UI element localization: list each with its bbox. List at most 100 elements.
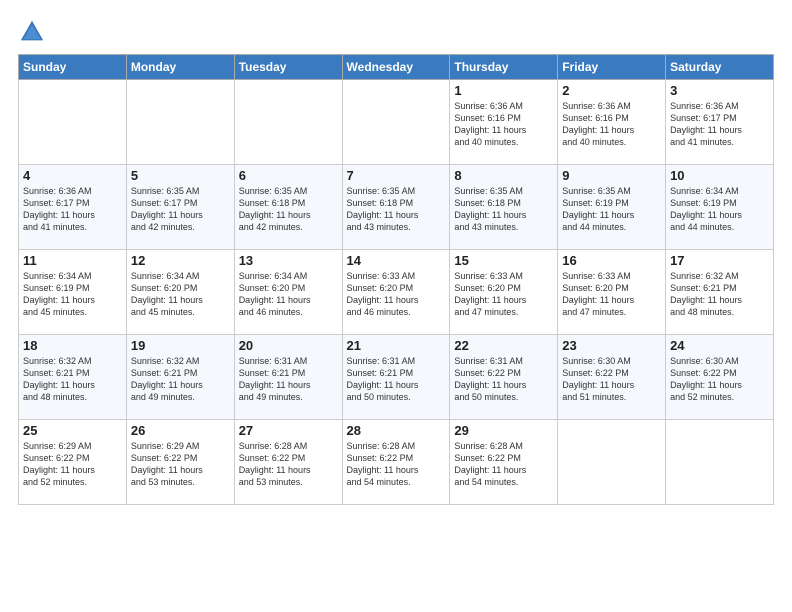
day-number: 24 <box>670 338 769 353</box>
calendar-cell: 2 Sunrise: 6:36 AM Sunset: 6:16 PM Daylig… <box>558 80 666 165</box>
day-info: Sunrise: 6:35 AM Sunset: 6:19 PM Dayligh… <box>562 185 661 234</box>
day-number: 19 <box>131 338 230 353</box>
day-number: 6 <box>239 168 338 183</box>
day-info: Sunrise: 6:28 AM Sunset: 6:22 PM Dayligh… <box>239 440 338 489</box>
day-info: Sunrise: 6:35 AM Sunset: 6:17 PM Dayligh… <box>131 185 230 234</box>
day-info: Sunrise: 6:33 AM Sunset: 6:20 PM Dayligh… <box>347 270 446 319</box>
calendar-cell <box>342 80 450 165</box>
calendar-cell: 19 Sunrise: 6:32 AM Sunset: 6:21 PM Dayli… <box>126 335 234 420</box>
calendar-header-friday: Friday <box>558 55 666 80</box>
day-info: Sunrise: 6:32 AM Sunset: 6:21 PM Dayligh… <box>131 355 230 404</box>
day-info: Sunrise: 6:36 AM Sunset: 6:16 PM Dayligh… <box>562 100 661 149</box>
day-info: Sunrise: 6:34 AM Sunset: 6:19 PM Dayligh… <box>23 270 122 319</box>
calendar-cell: 22 Sunrise: 6:31 AM Sunset: 6:22 PM Dayli… <box>450 335 558 420</box>
calendar-week-row: 11 Sunrise: 6:34 AM Sunset: 6:19 PM Dayli… <box>19 250 774 335</box>
day-info: Sunrise: 6:31 AM Sunset: 6:22 PM Dayligh… <box>454 355 553 404</box>
calendar-cell: 20 Sunrise: 6:31 AM Sunset: 6:21 PM Dayli… <box>234 335 342 420</box>
day-number: 7 <box>347 168 446 183</box>
day-number: 26 <box>131 423 230 438</box>
calendar-cell <box>126 80 234 165</box>
calendar-cell: 6 Sunrise: 6:35 AM Sunset: 6:18 PM Daylig… <box>234 165 342 250</box>
calendar-week-row: 25Sunrise: 6:29 AM Sunset: 6:22 PM Dayli… <box>19 420 774 505</box>
day-number: 14 <box>347 253 446 268</box>
calendar-header-monday: Monday <box>126 55 234 80</box>
calendar-header-sunday: Sunday <box>19 55 127 80</box>
calendar-cell: 5 Sunrise: 6:35 AM Sunset: 6:17 PM Daylig… <box>126 165 234 250</box>
day-info: Sunrise: 6:36 AM Sunset: 6:16 PM Dayligh… <box>454 100 553 149</box>
day-info: Sunrise: 6:32 AM Sunset: 6:21 PM Dayligh… <box>23 355 122 404</box>
day-info: Sunrise: 6:35 AM Sunset: 6:18 PM Dayligh… <box>454 185 553 234</box>
calendar-week-row: 1 Sunrise: 6:36 AM Sunset: 6:16 PM Daylig… <box>19 80 774 165</box>
calendar-cell: 14 Sunrise: 6:33 AM Sunset: 6:20 PM Dayli… <box>342 250 450 335</box>
day-number: 17 <box>670 253 769 268</box>
calendar-cell: 10 Sunrise: 6:34 AM Sunset: 6:19 PM Dayli… <box>666 165 774 250</box>
calendar-cell: 7 Sunrise: 6:35 AM Sunset: 6:18 PM Daylig… <box>342 165 450 250</box>
day-number: 4 <box>23 168 122 183</box>
day-info: Sunrise: 6:33 AM Sunset: 6:20 PM Dayligh… <box>454 270 553 319</box>
day-number: 27 <box>239 423 338 438</box>
day-number: 11 <box>23 253 122 268</box>
calendar-header-wednesday: Wednesday <box>342 55 450 80</box>
calendar-cell <box>558 420 666 505</box>
calendar-cell: 21 Sunrise: 6:31 AM Sunset: 6:21 PM Dayli… <box>342 335 450 420</box>
day-info: Sunrise: 6:30 AM Sunset: 6:22 PM Dayligh… <box>670 355 769 404</box>
day-number: 2 <box>562 83 661 98</box>
day-info: Sunrise: 6:28 AM Sunset: 6:22 PM Dayligh… <box>454 440 553 489</box>
day-number: 22 <box>454 338 553 353</box>
day-number: 13 <box>239 253 338 268</box>
day-info: Sunrise: 6:36 AM Sunset: 6:17 PM Dayligh… <box>23 185 122 234</box>
calendar-cell: 11 Sunrise: 6:34 AM Sunset: 6:19 PM Dayli… <box>19 250 127 335</box>
calendar-cell <box>19 80 127 165</box>
day-number: 12 <box>131 253 230 268</box>
day-number: 21 <box>347 338 446 353</box>
calendar-table: SundayMondayTuesdayWednesdayThursdayFrid… <box>18 54 774 505</box>
calendar-cell: 3Sunrise: 6:36 AM Sunset: 6:17 PM Daylig… <box>666 80 774 165</box>
day-number: 28 <box>347 423 446 438</box>
day-number: 3 <box>670 83 769 98</box>
day-number: 15 <box>454 253 553 268</box>
day-number: 29 <box>454 423 553 438</box>
day-number: 20 <box>239 338 338 353</box>
day-info: Sunrise: 6:31 AM Sunset: 6:21 PM Dayligh… <box>347 355 446 404</box>
calendar-cell: 17 Sunrise: 6:32 AM Sunset: 6:21 PM Dayli… <box>666 250 774 335</box>
calendar-cell: 15 Sunrise: 6:33 AM Sunset: 6:20 PM Dayli… <box>450 250 558 335</box>
calendar-header-thursday: Thursday <box>450 55 558 80</box>
calendar-cell: 12 Sunrise: 6:34 AM Sunset: 6:20 PM Dayli… <box>126 250 234 335</box>
calendar-week-row: 18 Sunrise: 6:32 AM Sunset: 6:21 PM Dayli… <box>19 335 774 420</box>
day-number: 5 <box>131 168 230 183</box>
day-info: Sunrise: 6:33 AM Sunset: 6:20 PM Dayligh… <box>562 270 661 319</box>
calendar-cell: 18 Sunrise: 6:32 AM Sunset: 6:21 PM Dayli… <box>19 335 127 420</box>
header <box>18 18 774 46</box>
day-number: 1 <box>454 83 553 98</box>
calendar-cell: 16 Sunrise: 6:33 AM Sunset: 6:20 PM Dayli… <box>558 250 666 335</box>
calendar-cell <box>234 80 342 165</box>
calendar-cell: 28 Sunrise: 6:28 AM Sunset: 6:22 PM Dayli… <box>342 420 450 505</box>
calendar-cell: 26Sunrise: 6:29 AM Sunset: 6:22 PM Dayli… <box>126 420 234 505</box>
calendar-cell: 1 Sunrise: 6:36 AM Sunset: 6:16 PM Daylig… <box>450 80 558 165</box>
calendar-cell: 27 Sunrise: 6:28 AM Sunset: 6:22 PM Dayli… <box>234 420 342 505</box>
calendar-cell: 9Sunrise: 6:35 AM Sunset: 6:19 PM Daylig… <box>558 165 666 250</box>
calendar-cell: 4 Sunrise: 6:36 AM Sunset: 6:17 PM Daylig… <box>19 165 127 250</box>
day-info: Sunrise: 6:34 AM Sunset: 6:20 PM Dayligh… <box>239 270 338 319</box>
calendar-cell: 23Sunrise: 6:30 AM Sunset: 6:22 PM Dayli… <box>558 335 666 420</box>
logo-icon <box>18 18 46 46</box>
day-number: 18 <box>23 338 122 353</box>
day-info: Sunrise: 6:35 AM Sunset: 6:18 PM Dayligh… <box>239 185 338 234</box>
calendar-cell: 8Sunrise: 6:35 AM Sunset: 6:18 PM Daylig… <box>450 165 558 250</box>
day-info: Sunrise: 6:34 AM Sunset: 6:19 PM Dayligh… <box>670 185 769 234</box>
logo <box>18 18 50 46</box>
day-info: Sunrise: 6:32 AM Sunset: 6:21 PM Dayligh… <box>670 270 769 319</box>
day-number: 25 <box>23 423 122 438</box>
day-number: 10 <box>670 168 769 183</box>
calendar-cell: 25Sunrise: 6:29 AM Sunset: 6:22 PM Dayli… <box>19 420 127 505</box>
day-number: 16 <box>562 253 661 268</box>
calendar-header-saturday: Saturday <box>666 55 774 80</box>
day-info: Sunrise: 6:28 AM Sunset: 6:22 PM Dayligh… <box>347 440 446 489</box>
day-info: Sunrise: 6:34 AM Sunset: 6:20 PM Dayligh… <box>131 270 230 319</box>
day-info: Sunrise: 6:31 AM Sunset: 6:21 PM Dayligh… <box>239 355 338 404</box>
day-info: Sunrise: 6:35 AM Sunset: 6:18 PM Dayligh… <box>347 185 446 234</box>
calendar-cell: 24 Sunrise: 6:30 AM Sunset: 6:22 PM Dayli… <box>666 335 774 420</box>
calendar-header-tuesday: Tuesday <box>234 55 342 80</box>
day-number: 23 <box>562 338 661 353</box>
calendar-cell: 13 Sunrise: 6:34 AM Sunset: 6:20 PM Dayli… <box>234 250 342 335</box>
